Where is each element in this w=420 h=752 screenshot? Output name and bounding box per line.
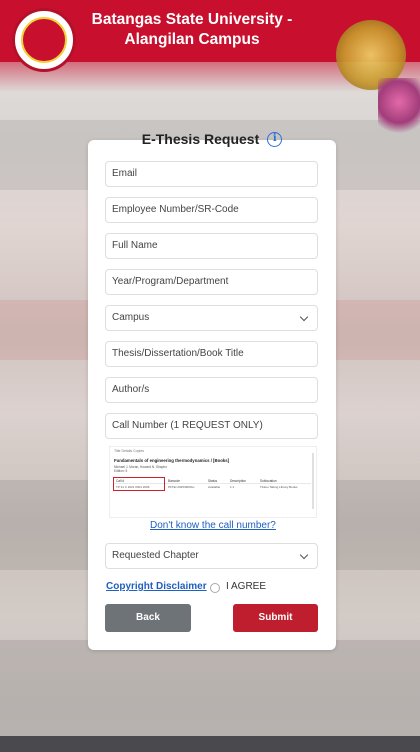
full-name-field[interactable]: Full Name — [105, 233, 318, 259]
sample-edition: Edition: 5 — [114, 469, 128, 473]
call-number-field[interactable]: Call Number (1 REQUEST ONLY) — [105, 413, 318, 439]
seal-emblem — [21, 17, 67, 63]
authors-placeholder: Author/s — [112, 384, 150, 395]
agree-radio[interactable] — [210, 583, 220, 593]
title-line-1: Batangas State University - — [91, 11, 293, 28]
sample-cell: 1.1 — [230, 485, 235, 489]
email-placeholder: Email — [112, 168, 138, 179]
year-program-field[interactable]: Year/Program/Department — [105, 269, 318, 295]
sample-book-title: Fundamentals of engineering thermodynami… — [114, 458, 230, 463]
employee-number-field[interactable]: Employee Number/SR-Code — [105, 197, 318, 223]
requested-chapter-value: Requested Chapter — [112, 550, 199, 561]
form-title: E-Thesis Request — [141, 131, 260, 147]
sample-cell: Tinkus Tabing Library Books — [260, 485, 298, 489]
call-number-sample-image: Title Details Copies Fundamentals of eng… — [109, 446, 317, 518]
sample-scrollbar — [312, 453, 314, 509]
university-seal-icon — [12, 8, 76, 72]
requested-chapter-select[interactable]: Requested Chapter — [105, 543, 318, 569]
authors-field[interactable]: Author/s — [105, 377, 318, 403]
back-button[interactable]: Back — [105, 604, 191, 632]
agree-label: I AGREE — [226, 581, 267, 592]
call-number-highlight — [113, 477, 165, 491]
employee-number-placeholder: Employee Number/SR-Code — [112, 204, 239, 215]
year-program-placeholder: Year/Program/Department — [112, 276, 229, 287]
chevron-down-icon — [295, 544, 309, 568]
form-title-row: E-Thesis Request i — [88, 129, 336, 149]
call-number-placeholder: Call Number (1 REQUEST ONLY) — [112, 420, 263, 431]
copyright-disclaimer-link[interactable]: Copyright Disclaimer — [106, 581, 207, 592]
campus-select-value: Campus — [112, 312, 150, 323]
thesis-title-field[interactable]: Thesis/Dissertation/Book Title — [105, 341, 318, 367]
sample-cell: PFTEI 2025/0000xx — [168, 485, 195, 489]
call-number-help-link[interactable]: Don't know the call number? — [150, 520, 276, 531]
chevron-down-icon — [295, 306, 309, 330]
sample-tabs: Title Details Copies — [114, 449, 145, 453]
submit-button[interactable]: Submit — [233, 604, 318, 632]
campus-select[interactable]: Campus — [105, 305, 318, 331]
background-band — [0, 640, 420, 740]
sample-cell: Available — [208, 485, 221, 489]
title-line-2: Alangilan Campus — [124, 31, 260, 48]
thesis-title-placeholder: Thesis/Dissertation/Book Title — [112, 348, 244, 359]
email-field[interactable]: Email — [105, 161, 318, 187]
info-icon[interactable]: i — [267, 131, 283, 147]
university-title: Batangas State University - Alangilan Ca… — [84, 10, 300, 50]
full-name-placeholder: Full Name — [112, 240, 158, 251]
flower-decoration — [378, 78, 420, 138]
footer-strip — [0, 736, 420, 752]
